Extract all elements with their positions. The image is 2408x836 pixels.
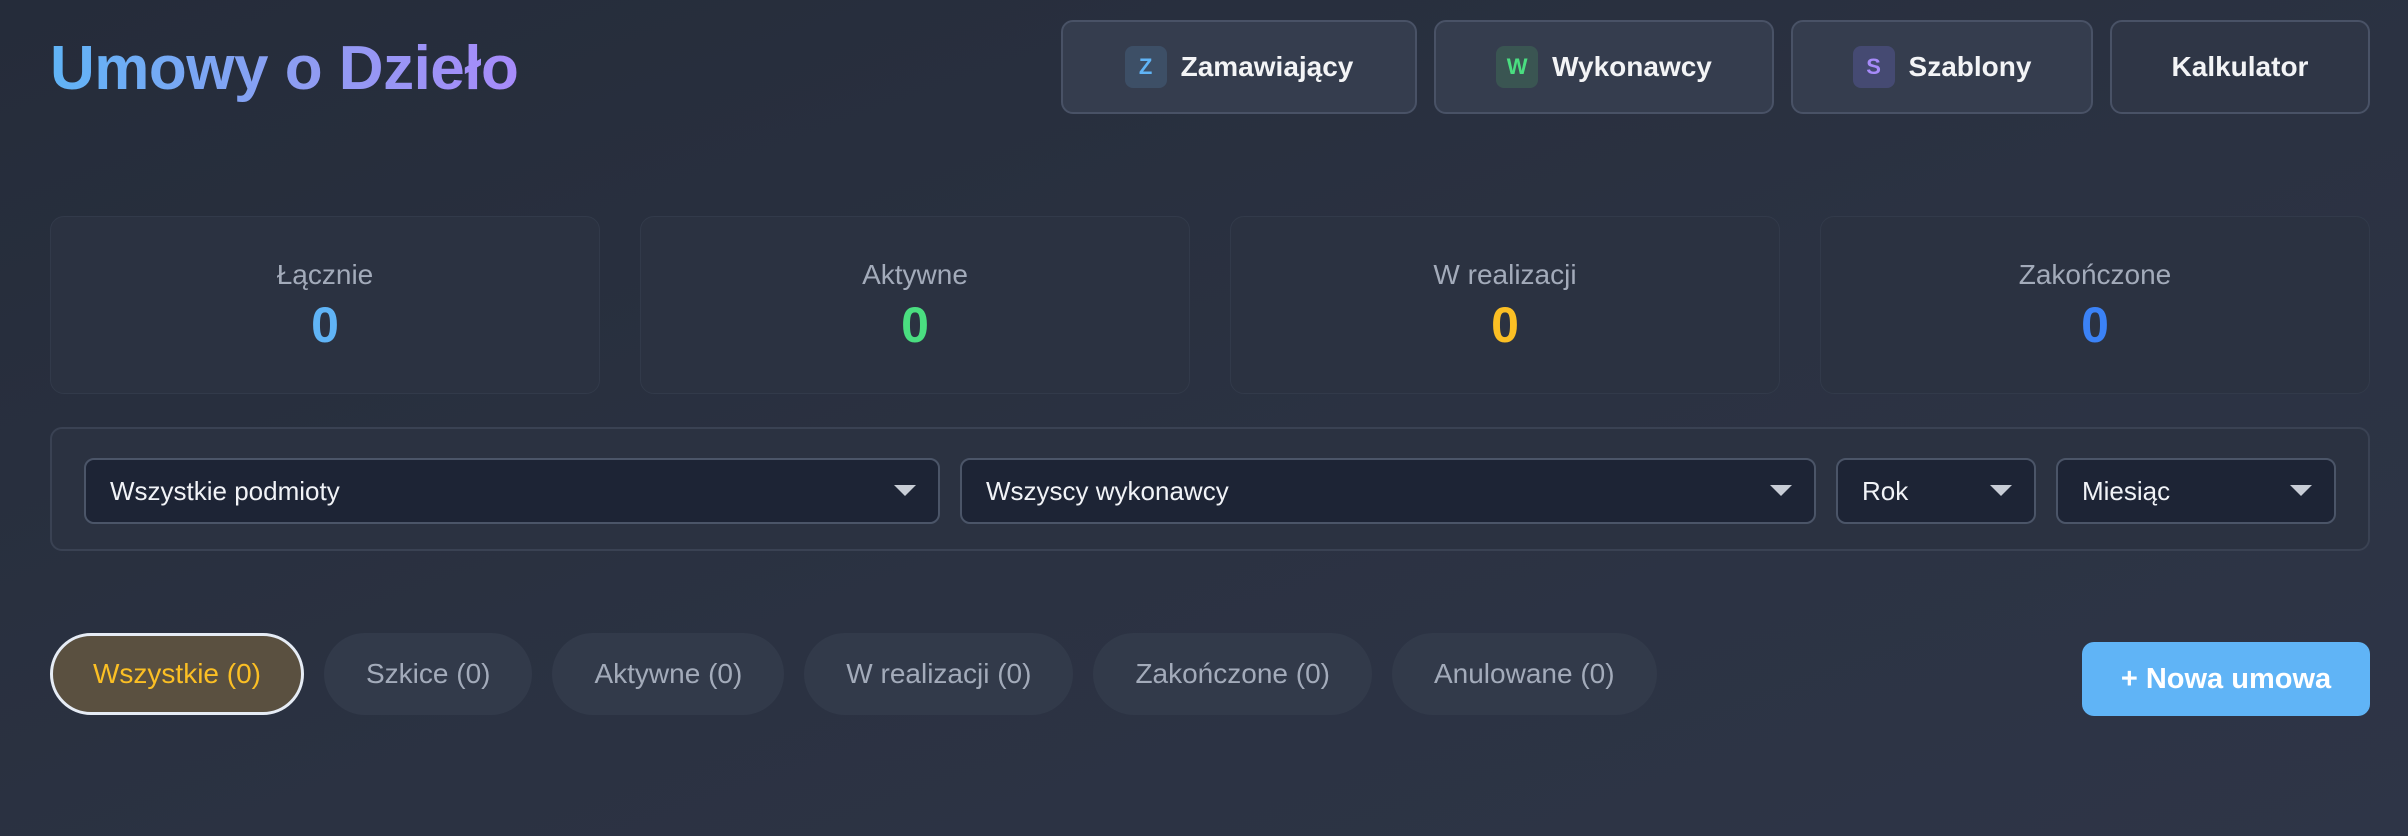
tab-drafts[interactable]: Szkice (0) bbox=[324, 633, 533, 715]
page-title: Umowy o Dzieło bbox=[50, 30, 519, 108]
contractors-label: Wykonawcy bbox=[1552, 51, 1712, 82]
contractor-select[interactable]: Wszyscy wykonawcy bbox=[960, 458, 1816, 524]
entity-select[interactable]: Wszystkie podmioty bbox=[84, 458, 940, 524]
tab-completed[interactable]: Zakończone (0) bbox=[1093, 633, 1372, 715]
chevron-down-icon bbox=[894, 485, 916, 496]
stat-card-active: Aktywne 0 bbox=[640, 216, 1190, 394]
chevron-down-icon bbox=[2290, 485, 2312, 496]
stat-value: 0 bbox=[311, 297, 339, 353]
stats-row: Łącznie 0 Aktywne 0 W realizacji 0 Zakoń… bbox=[50, 216, 2370, 394]
entity-select-value: Wszystkie podmioty bbox=[110, 475, 340, 506]
templates-button[interactable]: S Szablony bbox=[1791, 20, 2093, 114]
chevron-down-icon bbox=[1990, 485, 2012, 496]
stat-label: Aktywne bbox=[862, 259, 968, 290]
chevron-down-icon bbox=[1770, 485, 1792, 496]
stat-label: W realizacji bbox=[1433, 259, 1577, 290]
tab-all[interactable]: Wszystkie (0) bbox=[50, 633, 304, 715]
clients-label: Zamawiający bbox=[1180, 51, 1354, 82]
stat-label: Łącznie bbox=[276, 259, 374, 290]
tab-in-progress[interactable]: W realizacji (0) bbox=[804, 633, 1074, 715]
contractors-badge-icon: W bbox=[1496, 46, 1539, 88]
stat-value: 0 bbox=[901, 297, 929, 353]
month-select-value: Miesiąc bbox=[2082, 475, 2171, 506]
stat-value: 0 bbox=[2081, 297, 2109, 353]
clients-button[interactable]: Z Zamawiający bbox=[1061, 20, 1417, 114]
stat-card-completed: Zakończone 0 bbox=[1820, 216, 2370, 394]
stat-card-in-progress: W realizacji 0 bbox=[1230, 216, 1780, 394]
stat-card-total: Łącznie 0 bbox=[50, 216, 600, 394]
contractors-button[interactable]: W Wykonawcy bbox=[1434, 20, 1774, 114]
year-select[interactable]: Rok bbox=[1836, 458, 2036, 524]
stat-value: 0 bbox=[1491, 297, 1519, 353]
tab-cancelled[interactable]: Anulowane (0) bbox=[1391, 633, 1657, 715]
clients-badge-icon: Z bbox=[1124, 46, 1167, 88]
filters-panel: Wszystkie podmioty Wszyscy wykonawcy Rok… bbox=[50, 427, 2370, 551]
month-select[interactable]: Miesiąc bbox=[2056, 458, 2336, 524]
new-contract-button[interactable]: + Nowa umowa bbox=[2082, 642, 2370, 716]
top-nav: Z Zamawiający W Wykonawcy S Szablony Kal… bbox=[1061, 20, 2370, 114]
year-select-value: Rok bbox=[1862, 475, 1909, 506]
stat-label: Zakończone bbox=[2018, 259, 2172, 290]
calculator-button[interactable]: Kalkulator bbox=[2110, 20, 2370, 114]
page: Umowy o Dzieło Z Zamawiający W Wykonawcy… bbox=[0, 0, 2408, 836]
tab-active[interactable]: Aktywne (0) bbox=[552, 633, 785, 715]
calculator-label: Kalkulator bbox=[2171, 51, 2309, 82]
templates-label: Szablony bbox=[1908, 51, 2032, 82]
templates-badge-icon: S bbox=[1852, 46, 1895, 88]
contractor-select-value: Wszyscy wykonawcy bbox=[986, 475, 1229, 506]
status-tabs: Wszystkie (0) Szkice (0) Aktywne (0) W r… bbox=[50, 633, 1657, 715]
